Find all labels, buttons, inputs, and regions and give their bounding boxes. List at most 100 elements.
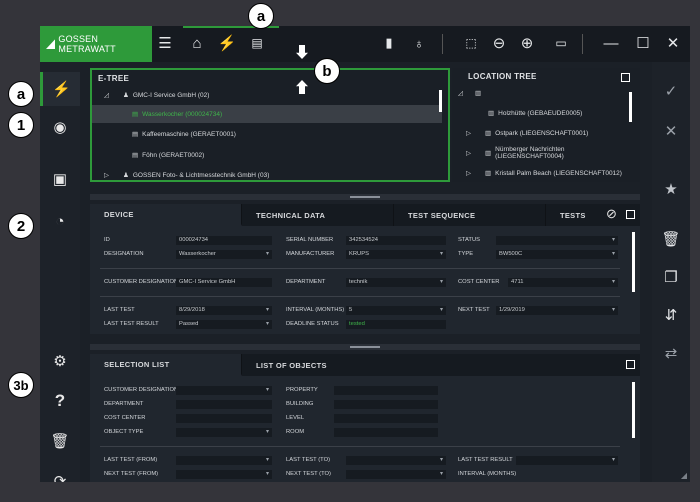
sel-last-test-result-select[interactable] [516,456,618,465]
home-icon[interactable]: ⌂ [186,32,208,54]
tab-test-sequence[interactable]: TEST SEQUENCE [394,204,546,226]
sel-object-type-select[interactable] [176,428,272,437]
tree-row[interactable]: ◿ ▥ [452,84,632,102]
last-test-result-select[interactable]: Passed [176,320,272,329]
sel-room-field[interactable] [334,428,438,437]
collapse-icon[interactable]: ◿ [104,91,109,99]
resize-grip-icon[interactable]: ◢ [681,471,687,480]
zoom-out-icon[interactable]: ⊖ [488,32,510,54]
tab-technical-data[interactable]: TECHNICAL DATA [242,204,394,226]
device-icon: ▤ [132,131,139,138]
tree-row[interactable]: ▷ ♟ GOSSEN Foto- & Lichtmesstechnik GmbH (… [92,166,442,184]
tree-row[interactable]: ▷ ▥ Ostpark (LIEGENSCHAFT0001) [452,124,632,142]
sidebar-socket-icon[interactable]: ◉ [40,110,80,144]
attachment-icon[interactable]: ⊘ [606,206,617,222]
tree-row-selected[interactable]: ▤ Wasserkocher (000024734) [92,105,442,123]
favorite-icon[interactable]: ★ [652,174,690,204]
selection-tab-checkbox[interactable] [626,360,635,369]
sel-customer-designation-select[interactable] [176,386,272,395]
etree-scrollbar[interactable] [439,90,442,112]
tree-row-label: Kaffeemaschine (GERAET0001) [142,130,236,138]
location-tree-checkbox[interactable] [621,73,630,82]
id-field[interactable]: 000024734 [176,236,272,245]
serial-field[interactable]: 342534524 [346,236,446,245]
location-tree-scrollbar[interactable] [629,92,632,122]
tree-row[interactable]: ▷ ▥ Nürnberger Nachrichten (LIEGENSCHAFT00… [452,144,632,162]
last-test-field[interactable]: 8/29/2018 [176,306,272,315]
sel-building-field[interactable] [334,400,438,409]
expand-icon[interactable]: ▷ [104,171,109,179]
building-icon: ▥ [485,130,492,137]
tree-row[interactable]: ▤ Föhn (GERAET0002) [92,146,442,164]
toolbar-separator [582,34,583,54]
sidebar-settings-icon[interactable]: ⚙ [40,344,80,378]
tree-row[interactable]: ▷ ▥ Kristall Palm Beach (LIEGENSCHAFT0012) [452,164,632,182]
toolbar-separator [442,34,443,54]
type-select[interactable]: BW500C [496,250,618,259]
device-tab-checkbox[interactable] [626,210,635,219]
delete-icon[interactable]: 🗑 [652,224,690,254]
expand-icon[interactable]: ▷ [466,149,471,157]
sidebar-trash-icon[interactable]: 🗑 [40,424,80,458]
deadline-status-field: tested [346,320,446,329]
tree-row[interactable]: ▤ Kaffeemaschine (GERAET0001) [92,125,442,143]
minimize-icon[interactable]: — [600,32,622,54]
tab-selection-list[interactable]: SELECTION LIST [90,354,242,376]
collapse-icon[interactable]: ◿ [458,89,463,97]
transfer-icon[interactable]: ⇄ [652,338,690,368]
sel-level-field[interactable] [334,414,438,423]
sel-property-field[interactable] [334,386,438,395]
plug-icon[interactable]: ⚡ [216,32,238,54]
expand-icon[interactable]: ▷ [466,129,471,137]
sel-next-test-to-field[interactable] [346,470,446,479]
move-icon[interactable]: ⇵ [652,300,690,330]
sel-department-field[interactable] [176,400,272,409]
sidebar-plug-icon[interactable]: ⚡ [40,72,80,106]
monitor-list-icon[interactable]: ▤ [246,32,268,54]
customer-designation-field[interactable]: GMC-I Service GmbH [176,278,272,287]
maximize-icon[interactable]: ☐ [632,32,654,54]
card-icon[interactable]: ▭ [550,32,572,54]
sel-next-test-from-label: NEXT TEST (FROM) [104,471,159,477]
confirm-icon[interactable]: ✓ [652,76,690,106]
tree-row-label: Wasserkocher (000024734) [142,110,223,118]
selection-form-scrollbar[interactable] [632,382,635,438]
tab-device[interactable]: DEVICE [90,204,242,226]
sel-last-test-from-field[interactable] [176,456,272,465]
designation-select[interactable]: Wasserkocher [176,250,272,259]
copy-icon[interactable]: ❐ [652,262,690,292]
sidebar-help-icon[interactable]: ? [40,384,80,418]
annotation-3b: 3b [8,372,34,398]
panel-splitter[interactable] [90,194,640,200]
cost-center-select[interactable]: 4711 [508,278,618,287]
splitter-grip[interactable] [350,346,380,348]
sidebar-sync-icon[interactable]: ⟳ [40,464,80,482]
zoom-in-icon[interactable]: ⊕ [516,32,538,54]
tree-row[interactable]: ◿ ♟ GMC-I Service GmbH (02) [92,86,442,104]
sel-next-test-from-field[interactable] [176,470,272,479]
device-form-scrollbar[interactable] [632,232,635,292]
department-label: DEPARTMENT [286,279,326,285]
panel-splitter[interactable] [90,344,640,350]
status-select[interactable] [496,236,618,245]
splitter-grip[interactable] [350,196,380,198]
expand-icon[interactable]: ▷ [466,169,471,177]
tab-list-of-objects[interactable]: LIST OF OBJECTS [242,354,640,376]
door-icon[interactable]: ▮ [378,32,400,54]
menu-icon[interactable]: ☰ [154,32,176,54]
bulb-icon[interactable]: ♁ [408,32,430,54]
interval-field[interactable]: 5 [346,306,446,315]
sel-cost-center-field[interactable] [176,414,272,423]
cancel-icon[interactable]: ✕ [652,116,690,146]
select-icon[interactable]: ⬚ [460,32,482,54]
department-select[interactable]: technik [346,278,446,287]
deadline-status-label: DEADLINE STATUS [286,321,339,327]
tree-row[interactable]: ▥ Holzhütte (GEBAEUDE0005) [452,104,632,122]
last-test-result-label: LAST TEST RESULT [104,321,159,327]
sidebar-gauge-icon[interactable]: ◔ [40,204,80,238]
next-test-field[interactable]: 1/29/2019 [496,306,618,315]
sel-last-test-to-field[interactable] [346,456,446,465]
close-icon[interactable]: ✕ [662,32,684,54]
sidebar-instrument-icon[interactable]: ▣ [40,162,80,196]
manufacturer-select[interactable]: KRUPS [346,250,446,259]
